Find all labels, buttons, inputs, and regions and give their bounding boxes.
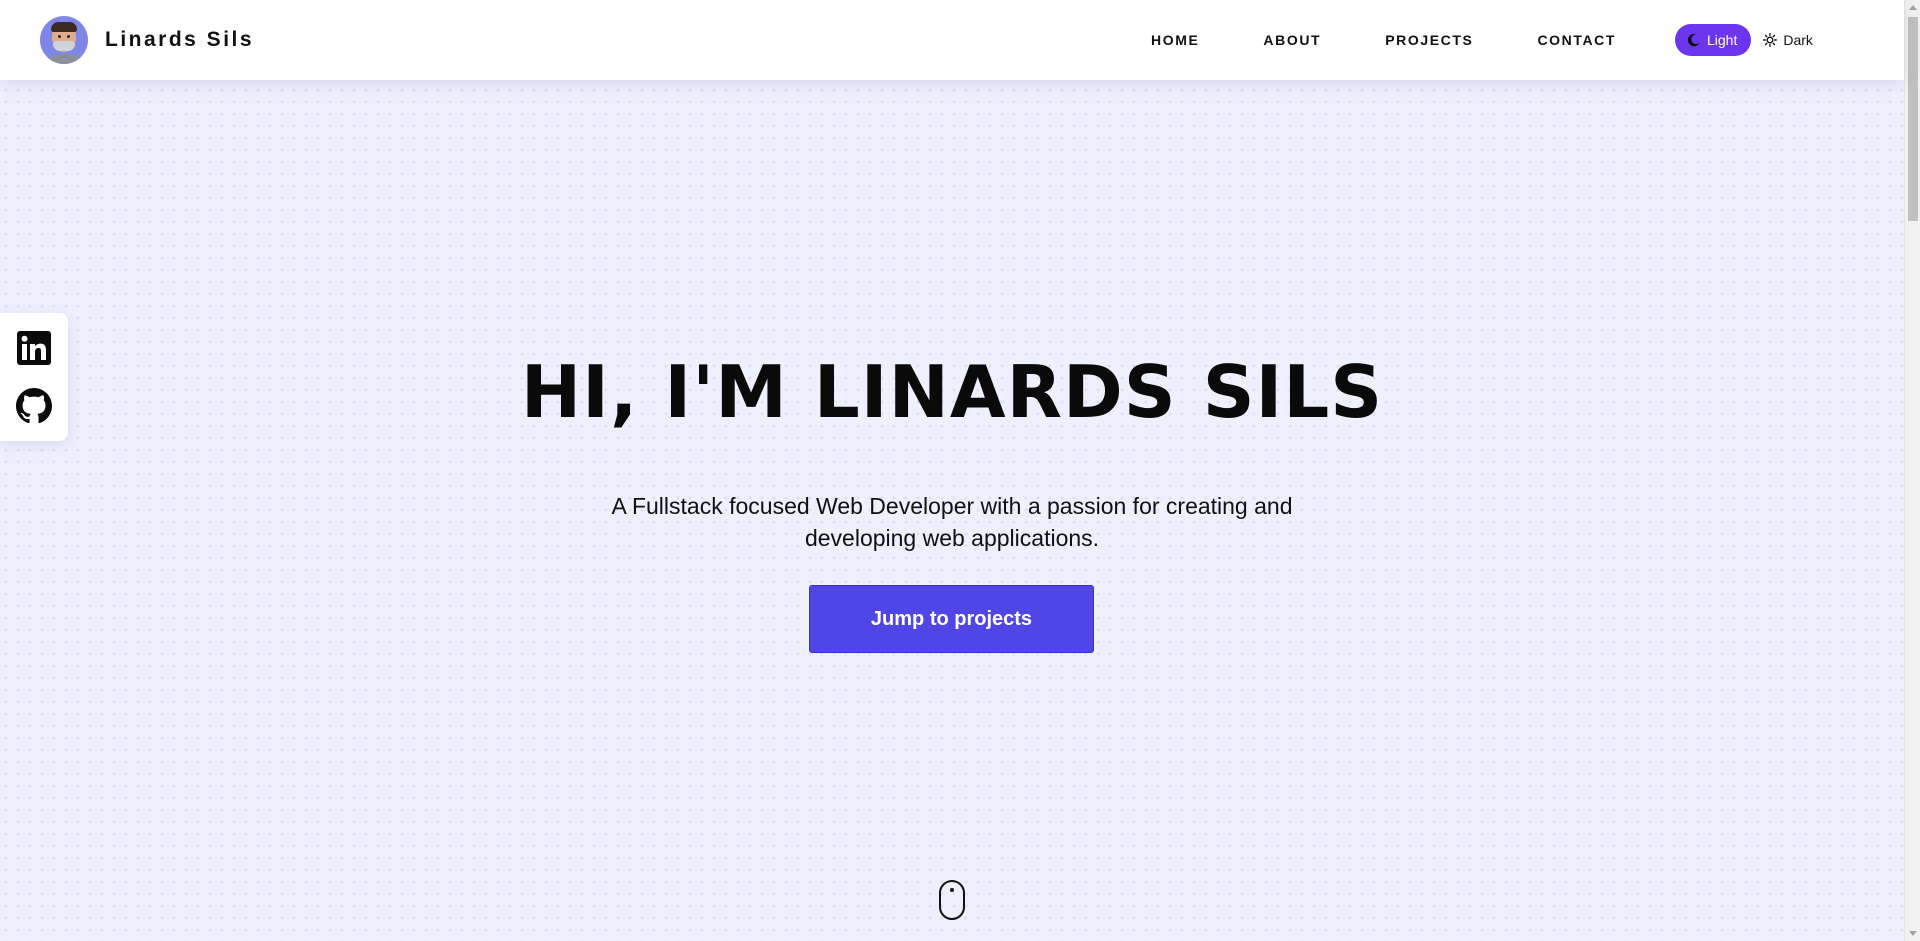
nav-contact-link[interactable]: CONTACT (1537, 30, 1616, 50)
light-theme-label: Light (1707, 32, 1738, 48)
nav-about-link[interactable]: ABOUT (1263, 30, 1321, 50)
scroll-down-arrow-icon[interactable] (1909, 931, 1917, 936)
sun-icon (1763, 33, 1778, 47)
nav-home-link[interactable]: HOME (1151, 30, 1199, 50)
hero-subtitle: A Fullstack focused Web Developer with a… (611, 493, 1293, 551)
dark-theme-button[interactable]: Dark (1751, 24, 1827, 56)
nav-projects-link[interactable]: PROJECTS (1385, 30, 1473, 50)
mouse-scroll-icon[interactable] (938, 879, 966, 921)
theme-toggle: Light Dark (1675, 24, 1827, 56)
dark-theme-label: Dark (1783, 32, 1813, 48)
page-scrollbar[interactable] (1904, 0, 1920, 941)
main-nav: HOME ABOUT PROJECTS CONTACT (1151, 30, 1680, 50)
site-header: Linards Sils HOME ABOUT PROJECTS CONTACT… (0, 0, 1904, 80)
scroll-up-arrow-icon[interactable] (1909, 5, 1917, 10)
memoji-avatar-icon (40, 16, 88, 64)
brand-name[interactable]: Linards Sils (105, 28, 254, 52)
scrollbar-thumb[interactable] (1908, 17, 1918, 221)
brand[interactable]: Linards Sils (40, 16, 254, 64)
light-theme-button[interactable]: Light (1675, 24, 1752, 56)
jump-to-projects-button[interactable]: Jump to projects (809, 585, 1094, 653)
moon-icon (1687, 33, 1701, 47)
hero-title: HI, I'M LINARDS SILS (520, 350, 1384, 434)
